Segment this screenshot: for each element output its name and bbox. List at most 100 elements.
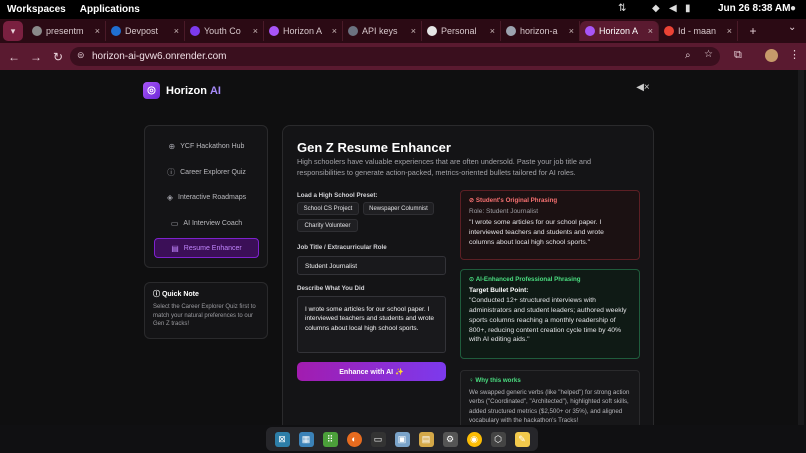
browser-toolbar: ← → ↻ ⊜ horizon-ai-gvw6.onrender.com ⌕ ☆… bbox=[0, 43, 806, 70]
browser-tab[interactable]: presentm × bbox=[27, 21, 106, 41]
tab-list-button[interactable]: ▾ bbox=[3, 21, 23, 41]
browser-tab[interactable]: Id - maan × bbox=[659, 21, 738, 41]
zoom-icon[interactable]: ⌕ bbox=[685, 50, 691, 61]
browser-tab[interactable]: Horizon A × bbox=[264, 21, 343, 41]
enhance-button[interactable]: Enhance with AI ✨ bbox=[297, 362, 446, 381]
tab-close-icon[interactable]: × bbox=[91, 26, 100, 36]
window-minimize-icon[interactable]: ⌄ bbox=[788, 22, 796, 33]
browser-tab[interactable]: API keys × bbox=[343, 21, 422, 41]
tab-favicon-icon bbox=[190, 26, 200, 36]
tab-close-icon[interactable]: × bbox=[723, 26, 732, 36]
tab-label: horizon-a bbox=[520, 26, 558, 36]
tab-favicon-icon bbox=[32, 26, 42, 36]
battery-icon[interactable]: ▮ bbox=[685, 3, 691, 14]
files-icon[interactable]: ▣ bbox=[394, 431, 410, 447]
tab-close-icon[interactable]: × bbox=[170, 26, 179, 36]
description-textarea[interactable]: I wrote some articles for our school pap… bbox=[297, 296, 446, 353]
sidebar-item-ai-interview-coach[interactable]: ▭ AI Interview Coach bbox=[154, 213, 259, 233]
quick-note-title: ⓘ Quick Note bbox=[153, 291, 199, 298]
site-info-icon[interactable]: ⊜ bbox=[77, 50, 85, 61]
browser-tab[interactable]: Devpost × bbox=[106, 21, 185, 41]
sidebar-item-resume-enhancer[interactable]: ▤ Resume Enhancer bbox=[154, 238, 259, 258]
tab-close-icon[interactable]: × bbox=[486, 26, 495, 36]
tab-close-icon[interactable]: × bbox=[644, 26, 653, 36]
status-dot-icon[interactable]: ● bbox=[790, 3, 796, 14]
browser-tab[interactable]: Horizon A × bbox=[580, 21, 659, 41]
network-icon[interactable]: ⇅ bbox=[618, 3, 626, 14]
sidebar-item-label: YCF Hackathon Hub bbox=[180, 142, 245, 150]
description-label: Describe What You Did bbox=[297, 285, 365, 292]
info-icon: ⓘ bbox=[167, 167, 176, 177]
terminal-icon[interactable]: ▭ bbox=[370, 431, 386, 447]
why-this-works-card: ♀ Why this works We swapped generic verb… bbox=[460, 370, 640, 425]
tab-favicon-icon bbox=[269, 26, 279, 36]
tab-close-icon[interactable]: × bbox=[249, 26, 258, 36]
volume-icon[interactable]: ◀ bbox=[669, 3, 677, 14]
quick-note-card: ⓘ Quick Note Select the Career Explorer … bbox=[144, 282, 268, 339]
address-bar[interactable]: ⊜ horizon-ai-gvw6.onrender.com ⌕ ☆ bbox=[70, 47, 720, 66]
text-editor-icon[interactable]: ✎ bbox=[514, 431, 530, 447]
browser-tab-strip: ▾ presentm × Devpost × Youth Co × Horizon A × AP… bbox=[0, 19, 806, 43]
settings-icon[interactable]: ⚙ bbox=[442, 431, 458, 447]
quick-note-text: Select the Career Explorer Quiz first to… bbox=[153, 304, 256, 328]
reload-icon[interactable]: ↻ bbox=[47, 50, 69, 64]
sidebar-item-label: AI Interview Coach bbox=[183, 219, 243, 227]
extensions-icon[interactable]: ⧉ bbox=[734, 49, 742, 62]
tab-favicon-icon bbox=[427, 26, 437, 36]
sidebar-item-label: Resume Enhancer bbox=[183, 244, 242, 252]
original-card-title: ⊘ Student's Original Phrasing bbox=[469, 197, 558, 204]
enhanced-card-title: ⊙ AI-Enhanced Professional Phrasing bbox=[469, 276, 581, 283]
enhanced-quote: "Conducted 12+ structured interviews wit… bbox=[469, 297, 627, 344]
file-manager-icon[interactable]: ▤ bbox=[418, 431, 434, 447]
tabs-container: presentm × Devpost × Youth Co × Horizon A × API … bbox=[27, 21, 738, 41]
sidebar-item-label: Career Explorer Quiz bbox=[180, 168, 246, 176]
back-icon[interactable]: ← bbox=[3, 50, 25, 64]
app-grid-icon[interactable]: ⠿ bbox=[322, 431, 338, 447]
tab-label: presentm bbox=[46, 26, 84, 36]
forward-icon[interactable]: → bbox=[25, 50, 47, 64]
sidebar-nav: ⊕ YCF Hackathon Hub ⓘ Career Explorer Qu… bbox=[144, 125, 268, 268]
workspaces-menu[interactable]: Workspaces bbox=[0, 4, 73, 15]
screenshot-app-icon[interactable]: ⊠ bbox=[274, 431, 290, 447]
sidebar-item-ycf-hackathon-hub[interactable]: ⊕ YCF Hackathon Hub bbox=[154, 136, 259, 156]
page-scrollbar[interactable] bbox=[798, 70, 804, 425]
preset-newspaper-columnist[interactable]: Newspaper Columnist bbox=[363, 202, 434, 215]
preset-school-cs-project[interactable]: School CS Project bbox=[297, 202, 359, 215]
applications-menu[interactable]: Applications bbox=[73, 4, 147, 15]
sidebar-item-interactive-roadmaps[interactable]: ◈ Interactive Roadmaps bbox=[154, 187, 259, 207]
browser-menu-icon[interactable]: ⋮ bbox=[789, 48, 800, 61]
browser-tab[interactable]: Youth Co × bbox=[185, 21, 264, 41]
tab-favicon-icon bbox=[111, 26, 121, 36]
profile-avatar[interactable] bbox=[765, 49, 778, 62]
software-store-icon[interactable]: ⬡ bbox=[490, 431, 506, 447]
tab-close-icon[interactable]: × bbox=[565, 26, 574, 36]
url-text[interactable]: horizon-ai-gvw6.onrender.com bbox=[92, 51, 227, 62]
browser-tab[interactable]: Personal × bbox=[422, 21, 501, 41]
tab-label: Horizon A bbox=[599, 26, 639, 36]
layers-icon: ◈ bbox=[166, 192, 174, 202]
image-viewer-icon[interactable]: ▦ bbox=[298, 431, 314, 447]
tab-label: Personal bbox=[441, 26, 477, 36]
chrome-icon[interactable]: ◉ bbox=[466, 431, 482, 447]
original-role: Role: Student Journalist bbox=[469, 208, 539, 215]
brand-logo-icon: ◎ bbox=[143, 82, 160, 99]
clock[interactable]: Jun 26 8:38 AM bbox=[718, 3, 790, 14]
wifi-icon[interactable]: ◆ bbox=[652, 3, 660, 14]
tab-close-icon[interactable]: × bbox=[328, 26, 337, 36]
mute-toggle-icon[interactable]: ◀× bbox=[632, 82, 654, 100]
preset-charity-volunteer[interactable]: Charity Volunteer bbox=[297, 219, 358, 232]
job-title-input[interactable]: Student Journalist bbox=[297, 256, 446, 275]
check-circle-icon: ⊙ bbox=[469, 276, 476, 283]
sidebar-item-career-explorer-quiz[interactable]: ⓘ Career Explorer Quiz bbox=[154, 162, 259, 182]
browser-tab[interactable]: horizon-a × bbox=[501, 21, 580, 41]
new-tab-icon[interactable]: + bbox=[742, 24, 764, 38]
bookmark-star-icon[interactable]: ☆ bbox=[704, 49, 713, 60]
firefox-icon[interactable]: ◐ bbox=[346, 431, 362, 447]
brand-name: Horizon bbox=[166, 84, 207, 97]
why-card-title: ♀ Why this works bbox=[469, 377, 521, 384]
page-subtitle: High schoolers have valuable experiences… bbox=[297, 157, 592, 177]
tab-label: API keys bbox=[362, 26, 398, 36]
enhanced-phrasing-card: ⊙ AI-Enhanced Professional Phrasing Targ… bbox=[460, 269, 640, 359]
tab-close-icon[interactable]: × bbox=[407, 26, 416, 36]
brand[interactable]: ◎ Horizon AI bbox=[143, 82, 221, 99]
